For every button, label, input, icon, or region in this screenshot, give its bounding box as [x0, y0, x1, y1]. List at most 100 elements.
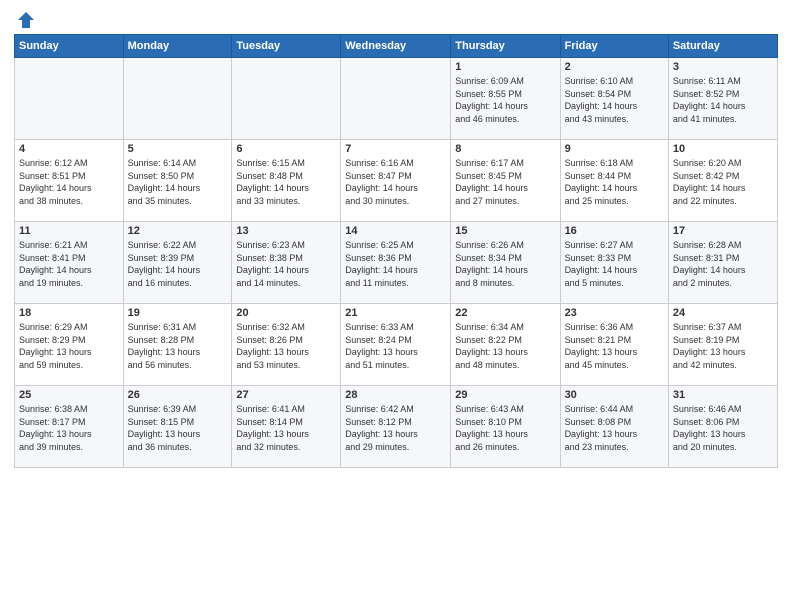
day-number: 6 [236, 143, 336, 155]
day-info: Sunrise: 6:17 AM Sunset: 8:45 PM Dayligh… [455, 157, 555, 207]
calendar-cell: 19Sunrise: 6:31 AM Sunset: 8:28 PM Dayli… [123, 304, 232, 386]
day-info: Sunrise: 6:09 AM Sunset: 8:55 PM Dayligh… [455, 75, 555, 125]
day-info: Sunrise: 6:14 AM Sunset: 8:50 PM Dayligh… [128, 157, 228, 207]
page-container: SundayMondayTuesdayWednesdayThursdayFrid… [0, 0, 792, 612]
header-wednesday: Wednesday [341, 35, 451, 58]
day-info: Sunrise: 6:38 AM Sunset: 8:17 PM Dayligh… [19, 403, 119, 453]
calendar-cell: 13 Sunrise: 6:23 AM Sunset: 8:38 PM Dayli… [232, 222, 341, 304]
day-info: Sunrise: 6:21 AM Sunset: 8:41 PM Dayligh… [19, 239, 119, 289]
calendar-cell: 5 Sunrise: 6:14 AM Sunset: 8:50 PM Daylig… [123, 140, 232, 222]
day-number: 26 [128, 389, 228, 401]
calendar-cell: 10Sunrise: 6:20 AM Sunset: 8:42 PM Dayli… [668, 140, 777, 222]
header-saturday: Saturday [668, 35, 777, 58]
day-number: 13 [236, 225, 336, 237]
calendar-cell: 17 Sunrise: 6:28 AM Sunset: 8:31 PM Dayli… [668, 222, 777, 304]
day-info: Sunrise: 6:18 AM Sunset: 8:44 PM Dayligh… [565, 157, 664, 207]
calendar-week-4: 25 Sunrise: 6:38 AM Sunset: 8:17 PM Dayli… [15, 386, 778, 468]
calendar-cell: 31 Sunrise: 6:46 AM Sunset: 8:06 PM Dayli… [668, 386, 777, 468]
calendar-cell [232, 58, 341, 140]
day-info: Sunrise: 6:23 AM Sunset: 8:38 PM Dayligh… [236, 239, 336, 289]
calendar-week-3: 18 Sunrise: 6:29 AM Sunset: 8:29 PM Dayli… [15, 304, 778, 386]
day-number: 14 [345, 225, 446, 237]
day-number: 5 [128, 143, 228, 155]
day-number: 2 [565, 61, 664, 73]
calendar-cell: 30 Sunrise: 6:44 AM Sunset: 8:08 PM Dayli… [560, 386, 668, 468]
day-info: Sunrise: 6:26 AM Sunset: 8:34 PM Dayligh… [455, 239, 555, 289]
day-info: Sunrise: 6:11 AM Sunset: 8:52 PM Dayligh… [673, 75, 773, 125]
calendar-cell: 1 Sunrise: 6:09 AM Sunset: 8:55 PM Daylig… [451, 58, 560, 140]
day-number: 30 [565, 389, 664, 401]
calendar-week-2: 11Sunrise: 6:21 AM Sunset: 8:41 PM Dayli… [15, 222, 778, 304]
calendar-cell: 9 Sunrise: 6:18 AM Sunset: 8:44 PM Daylig… [560, 140, 668, 222]
day-info: Sunrise: 6:27 AM Sunset: 8:33 PM Dayligh… [565, 239, 664, 289]
calendar-cell: 6Sunrise: 6:15 AM Sunset: 8:48 PM Daylig… [232, 140, 341, 222]
calendar-cell: 24 Sunrise: 6:37 AM Sunset: 8:19 PM Dayli… [668, 304, 777, 386]
calendar-week-1: 4 Sunrise: 6:12 AM Sunset: 8:51 PM Daylig… [15, 140, 778, 222]
calendar-cell: 22 Sunrise: 6:34 AM Sunset: 8:22 PM Dayli… [451, 304, 560, 386]
day-number: 28 [345, 389, 446, 401]
calendar-cell [341, 58, 451, 140]
calendar-cell: 3 Sunrise: 6:11 AM Sunset: 8:52 PM Daylig… [668, 58, 777, 140]
calendar-cell: 11Sunrise: 6:21 AM Sunset: 8:41 PM Dayli… [15, 222, 124, 304]
header-friday: Friday [560, 35, 668, 58]
day-number: 27 [236, 389, 336, 401]
day-number: 7 [345, 143, 446, 155]
calendar-cell: 14Sunrise: 6:25 AM Sunset: 8:36 PM Dayli… [341, 222, 451, 304]
calendar-week-0: 1 Sunrise: 6:09 AM Sunset: 8:55 PM Daylig… [15, 58, 778, 140]
day-number: 8 [455, 143, 555, 155]
calendar-cell: 20 Sunrise: 6:32 AM Sunset: 8:26 PM Dayli… [232, 304, 341, 386]
day-number: 3 [673, 61, 773, 73]
day-number: 16 [565, 225, 664, 237]
calendar-cell [123, 58, 232, 140]
day-info: Sunrise: 6:36 AM Sunset: 8:21 PM Dayligh… [565, 321, 664, 371]
day-info: Sunrise: 6:33 AM Sunset: 8:24 PM Dayligh… [345, 321, 446, 371]
day-info: Sunrise: 6:28 AM Sunset: 8:31 PM Dayligh… [673, 239, 773, 289]
day-number: 24 [673, 307, 773, 319]
day-info: Sunrise: 6:42 AM Sunset: 8:12 PM Dayligh… [345, 403, 446, 453]
day-info: Sunrise: 6:31 AM Sunset: 8:28 PM Dayligh… [128, 321, 228, 371]
day-number: 4 [19, 143, 119, 155]
header-thursday: Thursday [451, 35, 560, 58]
day-number: 10 [673, 143, 773, 155]
day-info: Sunrise: 6:41 AM Sunset: 8:14 PM Dayligh… [236, 403, 336, 453]
logo-icon [16, 10, 36, 30]
calendar-table: SundayMondayTuesdayWednesdayThursdayFrid… [14, 34, 778, 468]
calendar-cell: 27 Sunrise: 6:41 AM Sunset: 8:14 PM Dayli… [232, 386, 341, 468]
calendar-cell: 2Sunrise: 6:10 AM Sunset: 8:54 PM Daylig… [560, 58, 668, 140]
day-number: 31 [673, 389, 773, 401]
day-number: 12 [128, 225, 228, 237]
calendar-cell: 26 Sunrise: 6:39 AM Sunset: 8:15 PM Dayli… [123, 386, 232, 468]
calendar-cell: 16 Sunrise: 6:27 AM Sunset: 8:33 PM Dayli… [560, 222, 668, 304]
day-info: Sunrise: 6:12 AM Sunset: 8:51 PM Dayligh… [19, 157, 119, 207]
day-info: Sunrise: 6:46 AM Sunset: 8:06 PM Dayligh… [673, 403, 773, 453]
page-header [14, 10, 778, 26]
day-info: Sunrise: 6:29 AM Sunset: 8:29 PM Dayligh… [19, 321, 119, 371]
calendar-cell: 4 Sunrise: 6:12 AM Sunset: 8:51 PM Daylig… [15, 140, 124, 222]
header-sunday: Sunday [15, 35, 124, 58]
day-info: Sunrise: 6:37 AM Sunset: 8:19 PM Dayligh… [673, 321, 773, 371]
day-info: Sunrise: 6:16 AM Sunset: 8:47 PM Dayligh… [345, 157, 446, 207]
day-number: 20 [236, 307, 336, 319]
calendar-cell: 23 Sunrise: 6:36 AM Sunset: 8:21 PM Dayli… [560, 304, 668, 386]
calendar-cell: 15 Sunrise: 6:26 AM Sunset: 8:34 PM Dayli… [451, 222, 560, 304]
calendar-cell [15, 58, 124, 140]
day-number: 17 [673, 225, 773, 237]
day-number: 22 [455, 307, 555, 319]
day-info: Sunrise: 6:32 AM Sunset: 8:26 PM Dayligh… [236, 321, 336, 371]
calendar-cell: 21Sunrise: 6:33 AM Sunset: 8:24 PM Dayli… [341, 304, 451, 386]
day-info: Sunrise: 6:39 AM Sunset: 8:15 PM Dayligh… [128, 403, 228, 453]
day-info: Sunrise: 6:44 AM Sunset: 8:08 PM Dayligh… [565, 403, 664, 453]
day-number: 23 [565, 307, 664, 319]
day-number: 18 [19, 307, 119, 319]
day-number: 9 [565, 143, 664, 155]
day-number: 25 [19, 389, 119, 401]
header-tuesday: Tuesday [232, 35, 341, 58]
header-monday: Monday [123, 35, 232, 58]
day-number: 1 [455, 61, 555, 73]
day-info: Sunrise: 6:34 AM Sunset: 8:22 PM Dayligh… [455, 321, 555, 371]
calendar-cell: 25 Sunrise: 6:38 AM Sunset: 8:17 PM Dayli… [15, 386, 124, 468]
calendar-cell: 29Sunrise: 6:43 AM Sunset: 8:10 PM Dayli… [451, 386, 560, 468]
calendar-cell: 18 Sunrise: 6:29 AM Sunset: 8:29 PM Dayli… [15, 304, 124, 386]
day-number: 29 [455, 389, 555, 401]
day-number: 15 [455, 225, 555, 237]
